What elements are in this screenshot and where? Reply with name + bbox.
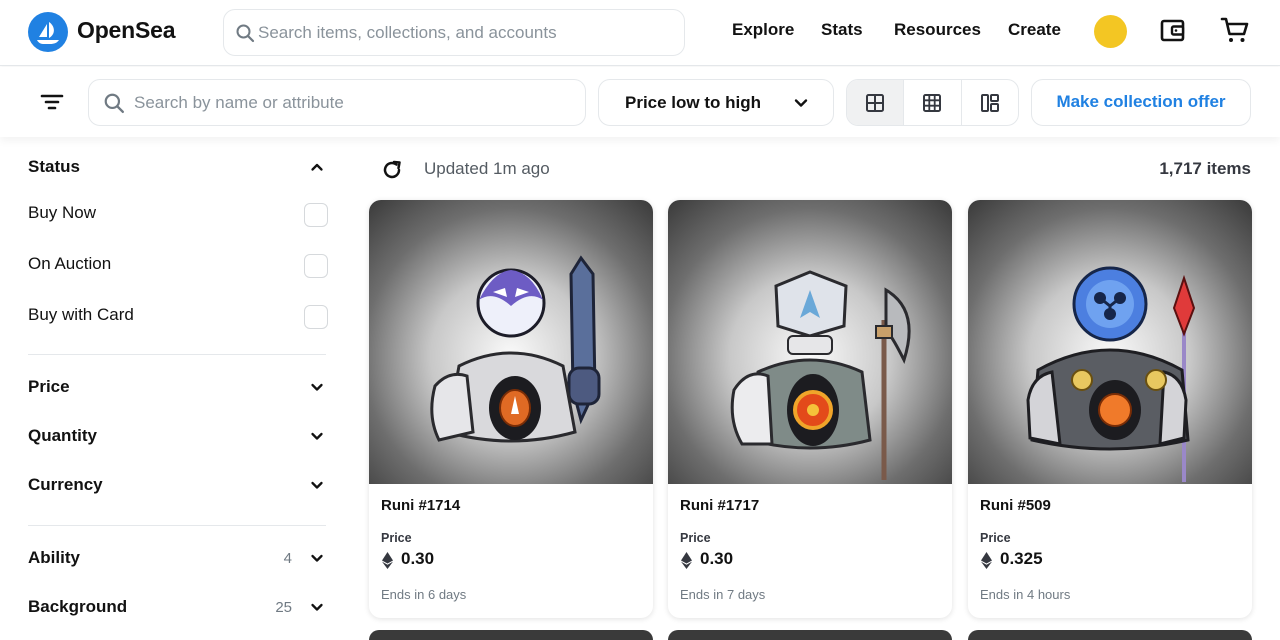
buy-now-checkbox[interactable] [304, 203, 328, 227]
nft-price: 0.30 [700, 549, 734, 568]
status-section-header[interactable]: Status [28, 157, 328, 181]
chevron-down-icon [311, 432, 323, 440]
sort-dropdown[interactable]: Price low to high [598, 79, 834, 126]
nft-card-next-row[interactable] [968, 630, 1252, 640]
filter-quantity[interactable]: Quantity [28, 426, 328, 450]
price-label: Price [980, 531, 1011, 545]
nft-name: Runi #1714 [381, 497, 461, 514]
nft-card[interactable]: Runi #1717 Price 0.30 Ends in 7 days [668, 200, 952, 618]
filter-label: Currency [28, 475, 103, 494]
buy-with-card-checkbox[interactable] [304, 305, 328, 329]
view-toggle-group [846, 79, 1019, 126]
nft-card-next-row[interactable] [369, 630, 653, 640]
nft-price: 0.325 [1000, 549, 1043, 568]
global-search[interactable] [223, 9, 685, 56]
wallet-icon[interactable] [1158, 15, 1188, 45]
status-option-buy-now[interactable]: Buy Now [28, 203, 328, 229]
mosaic-view-button[interactable] [962, 80, 1018, 125]
auction-end-time: Ends in 6 days [381, 587, 467, 602]
filter-label: Ability [28, 548, 80, 567]
nft-card-next-row[interactable] [668, 630, 952, 640]
chevron-up-icon [311, 163, 323, 171]
search-icon [104, 93, 125, 114]
top-header: OpenSea Explore Stats Resources Create [0, 0, 1280, 66]
filter-ability[interactable]: Ability 4 [28, 548, 328, 572]
sort-dropdown-label: Price low to high [625, 93, 762, 112]
price-label: Price [680, 531, 711, 545]
brand-name[interactable]: OpenSea [77, 17, 176, 44]
ethereum-icon [382, 552, 393, 569]
status-title: Status [28, 157, 80, 176]
nav-create[interactable]: Create [1008, 20, 1061, 40]
mosaic-icon [980, 93, 999, 112]
nav-stats[interactable]: Stats [821, 20, 863, 40]
filter-background[interactable]: Background 25 [28, 597, 328, 621]
filter-label: Quantity [28, 426, 97, 445]
collection-toolbar: Price low to high [0, 67, 1280, 137]
updated-timestamp: Updated 1m ago [424, 159, 550, 178]
nft-name: Runi #509 [980, 497, 1051, 514]
nft-image [369, 200, 653, 484]
nft-image [668, 200, 952, 484]
opensea-logo-icon[interactable] [28, 12, 68, 52]
small-grid-view-button[interactable] [904, 80, 962, 125]
nft-card[interactable]: Runi #509 Price 0.325 Ends in 4 hours [968, 200, 1252, 618]
chevron-down-icon [311, 383, 323, 391]
nav-explore[interactable]: Explore [732, 20, 794, 40]
chevron-down-icon [311, 481, 323, 489]
filter-currency[interactable]: Currency [28, 475, 328, 499]
search-icon [236, 24, 255, 43]
large-grid-icon [866, 93, 885, 112]
refresh-icon[interactable] [380, 158, 404, 182]
chevron-down-icon [794, 99, 808, 107]
status-option-label: Buy with Card [28, 305, 134, 324]
status-option-label: Buy Now [28, 203, 97, 222]
sidebar-divider [28, 354, 326, 355]
nft-price: 0.30 [401, 549, 435, 568]
on-auction-checkbox[interactable] [304, 254, 328, 278]
filter-count: 25 [275, 599, 292, 616]
cart-icon[interactable] [1220, 15, 1250, 45]
nft-card[interactable]: Runi #1714 Price 0.30 Ends in 6 days [369, 200, 653, 618]
filter-sidebar: Status Buy Now On Auction Buy with Card … [28, 137, 328, 634]
ethereum-icon [681, 552, 692, 569]
status-option-buy-with-card[interactable]: Buy with Card [28, 305, 328, 331]
filter-price[interactable]: Price [28, 377, 328, 401]
filter-count: 4 [283, 550, 292, 567]
auction-end-time: Ends in 4 hours [980, 587, 1071, 602]
nav-resources[interactable]: Resources [894, 20, 981, 40]
global-search-input[interactable] [258, 20, 668, 46]
items-count: 1,717 items [1159, 159, 1251, 178]
large-grid-view-button[interactable] [847, 80, 905, 125]
nft-name: Runi #1717 [680, 497, 760, 514]
nft-image [968, 200, 1252, 484]
chevron-down-icon [311, 603, 323, 611]
filter-label: Background [28, 597, 128, 616]
attribute-search-input[interactable] [134, 90, 564, 116]
auction-end-time: Ends in 7 days [680, 587, 766, 602]
results-status-bar: Updated 1m ago 1,717 items [380, 155, 1251, 183]
sidebar-divider [28, 525, 326, 526]
status-option-on-auction[interactable]: On Auction [28, 254, 328, 280]
price-label: Price [381, 531, 412, 545]
ethereum-icon [981, 552, 992, 569]
small-grid-icon [923, 93, 942, 112]
filter-icon[interactable] [38, 90, 66, 114]
chevron-down-icon [311, 554, 323, 562]
filter-label: Price [28, 377, 70, 396]
status-option-label: On Auction [28, 254, 112, 273]
avatar[interactable] [1094, 15, 1127, 48]
attribute-search[interactable] [88, 79, 586, 126]
make-collection-offer-button[interactable]: Make collection offer [1031, 79, 1251, 126]
